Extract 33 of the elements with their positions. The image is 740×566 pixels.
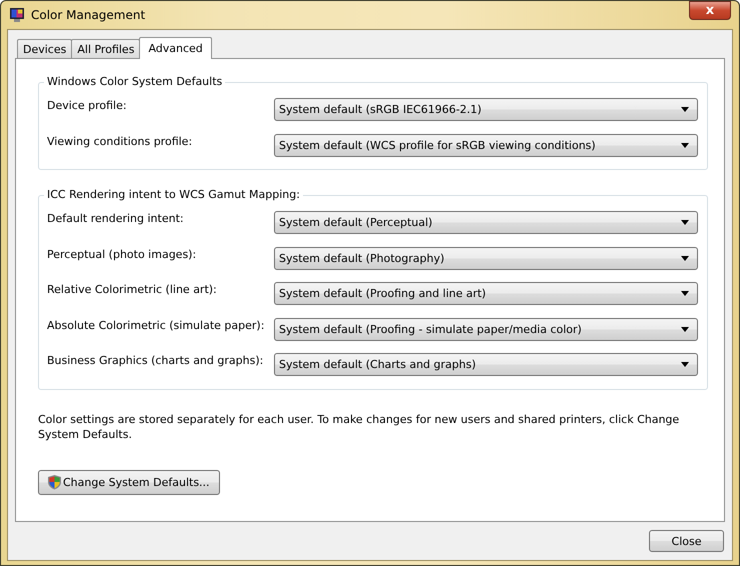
dropdown-arrow-icon xyxy=(681,142,689,148)
profile-dropdown[interactable]: System default (Perceptual) xyxy=(274,211,698,234)
field-label: Business Graphics (charts and graphs): xyxy=(47,354,264,368)
field-label: Perceptual (photo images): xyxy=(47,248,196,261)
dropdown-arrow-icon xyxy=(681,291,689,296)
field-label: Relative Colorimetric (line art): xyxy=(47,283,217,296)
dropdown-arrow-icon xyxy=(681,256,689,261)
dropdown-arrow-icon xyxy=(681,107,689,112)
profile-dropdown[interactable]: System default (Charts and graphs) xyxy=(274,353,698,376)
monitor-icon xyxy=(9,7,25,23)
profile-dropdown[interactable]: System default (WCS profile for sRGB viewing conditions) xyxy=(274,134,698,157)
field-label: Device profile: xyxy=(47,99,127,112)
window-close-button[interactable]: x xyxy=(689,1,731,20)
tab[interactable]: Advanced xyxy=(139,37,212,59)
field-label: Viewing conditions profile: xyxy=(47,134,192,148)
group-title: Windows Color System Defaults xyxy=(44,75,226,88)
window-title: Color Management xyxy=(31,8,146,22)
change-defaults-button[interactable]: Change System Defaults... xyxy=(38,470,220,494)
profile-dropdown[interactable]: System default (sRGB IEC61966-2.1) xyxy=(274,98,698,122)
group-title: ICC Rendering intent to WCS Gamut Mapping: xyxy=(44,188,303,201)
profile-dropdown[interactable]: System default (Photography) xyxy=(274,246,698,270)
profile-dropdown[interactable]: System default (Proofing - simulate paper/media color) xyxy=(274,318,698,341)
close-dialog-button[interactable]: Close xyxy=(649,530,724,552)
field-label: Default rendering intent: xyxy=(47,212,184,226)
dropdown-arrow-icon xyxy=(681,220,689,226)
tab[interactable]: Devices xyxy=(17,39,72,58)
shield-icon xyxy=(47,474,62,490)
dropdown-arrow-icon xyxy=(681,326,689,332)
tab[interactable]: All Profiles xyxy=(71,39,140,58)
info-text: Color settings are stored separately for each user. To make changes for new users and shared printers, click Change System Defaults. xyxy=(38,412,680,442)
profile-dropdown[interactable]: System default (Proofing and line art) xyxy=(274,282,698,306)
dropdown-arrow-icon xyxy=(681,362,689,368)
field-label: Absolute Colorimetric (simulate paper): xyxy=(47,318,264,332)
